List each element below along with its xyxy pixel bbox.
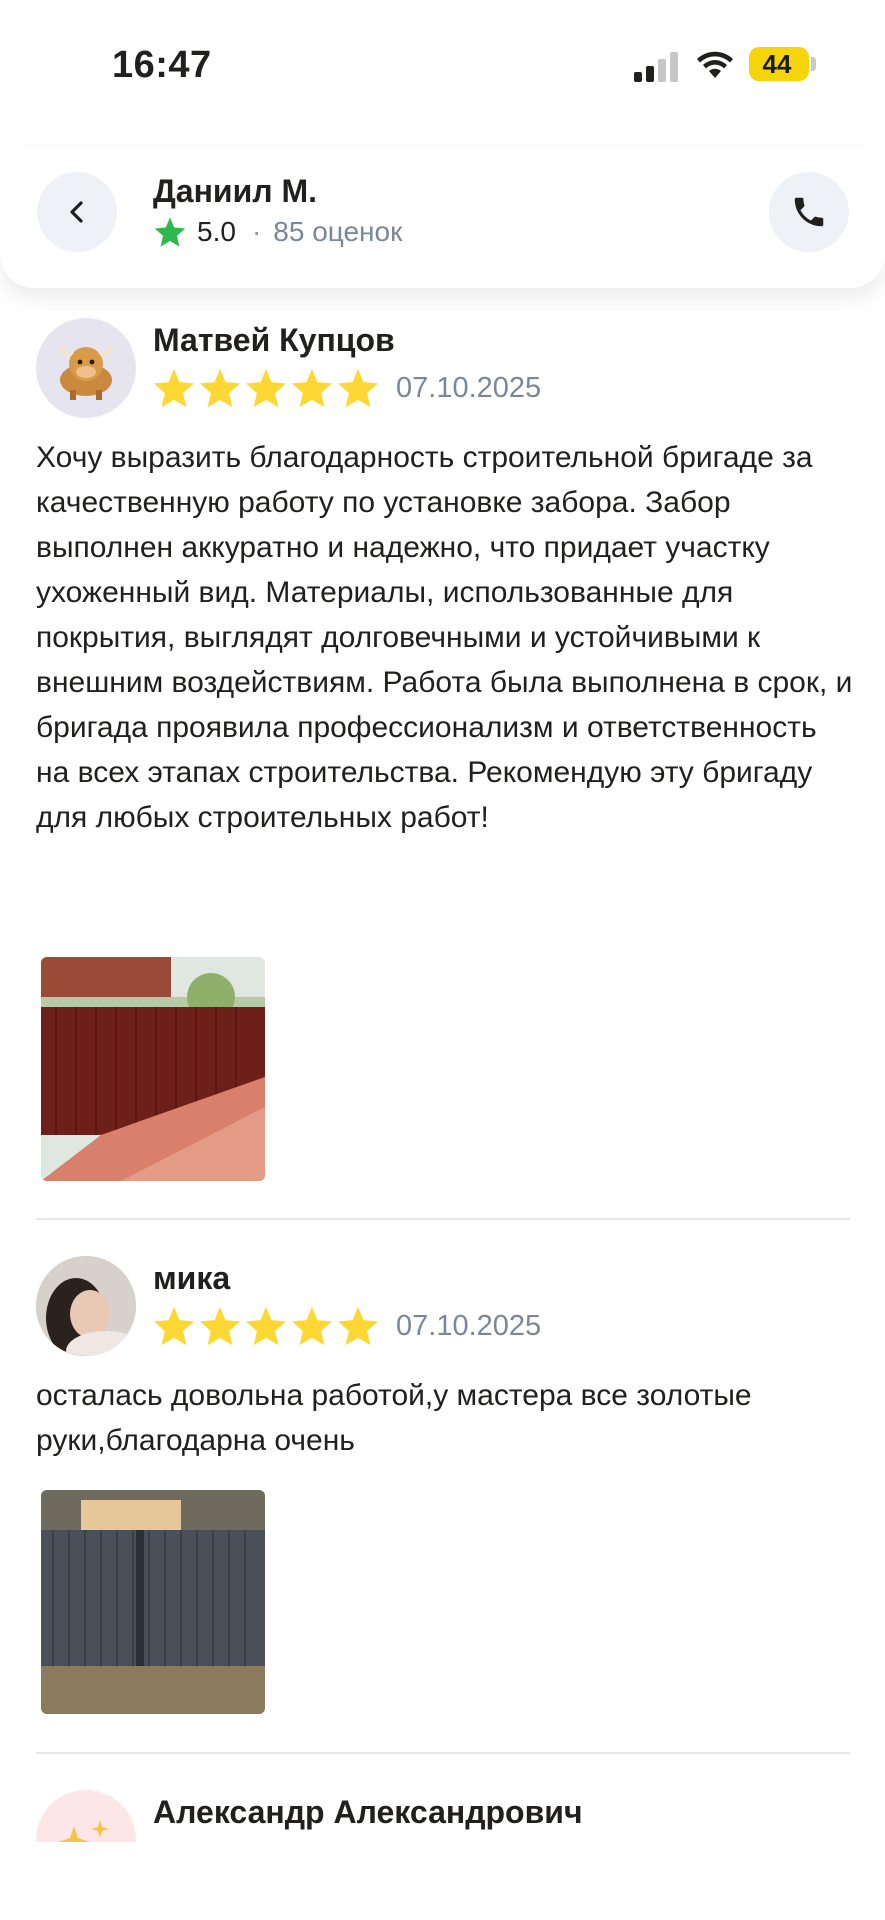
reviewer-avatar[interactable] [36, 1790, 136, 1842]
review-card: Александр Александрович [0, 0, 885, 1842]
sparkles-avatar-icon [58, 1820, 109, 1842]
reviewer-name: Александр Александрович [153, 1794, 583, 1830]
